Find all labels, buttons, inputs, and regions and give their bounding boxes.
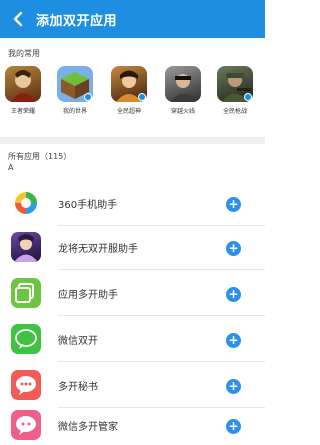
wechat-multi-manager-icon (11, 410, 41, 440)
game-icon-wzry (5, 66, 41, 102)
title-bar: 添加双开应用 (0, 0, 265, 38)
back-button[interactable] (0, 0, 36, 38)
row-divider (58, 315, 265, 316)
plus-icon: + (228, 241, 239, 255)
recent-section-label: 我的常用 (8, 49, 40, 58)
list-item[interactable]: 微信双开 + (0, 318, 265, 362)
plus-icon: + (228, 287, 239, 301)
game-icon-qmqz (217, 66, 253, 102)
recent-apps: 王者荣耀 我的世界 全民超神 穿越火线 全民枪战 (0, 66, 265, 128)
recent-app-qmqz[interactable]: 全民枪战 (214, 66, 256, 115)
section-divider (0, 137, 265, 144)
recent-app-label: 王者荣耀 (10, 108, 35, 115)
recent-app-minecraft[interactable]: 我的世界 (54, 66, 96, 115)
plus-icon: + (228, 419, 239, 433)
list-item[interactable]: 微信多开管家 + (0, 404, 265, 445)
multi-open-icon (11, 278, 41, 308)
recent-app-label: 穿越火线 (170, 108, 195, 115)
add-button[interactable]: + (226, 333, 241, 348)
plus-icon: + (228, 197, 239, 211)
app-name: 多开秘书 (58, 382, 98, 393)
list-item[interactable]: 龙将无双开服助手 + (0, 226, 265, 270)
app-name: 龙将无双开服助手 (58, 244, 138, 255)
row-divider (58, 269, 265, 270)
plus-icon: + (228, 379, 239, 393)
minecraft-icon (57, 66, 93, 102)
app-name: 360手机助手 (58, 200, 118, 211)
list-item[interactable]: 应用多开助手 + (0, 272, 265, 316)
app-name: 微信多开管家 (58, 422, 118, 433)
add-button[interactable]: + (226, 197, 241, 212)
index-letter: A (8, 163, 14, 172)
add-button[interactable]: + (226, 379, 241, 394)
plus-icon: + (228, 333, 239, 347)
add-button[interactable]: + (226, 419, 241, 434)
badge-dot (138, 93, 146, 101)
longjiang-icon (11, 232, 41, 262)
badge-dot (244, 93, 252, 101)
app-name: 微信双开 (58, 336, 98, 347)
badge-dot (84, 93, 92, 101)
row-divider (58, 361, 265, 362)
game-icon-qmcs (111, 66, 147, 102)
recent-app-label: 我的世界 (62, 108, 87, 115)
recent-app-label: 全民枪战 (222, 108, 247, 115)
recent-app-cf[interactable]: 穿越火线 (162, 66, 204, 115)
page-title: 添加双开应用 (36, 13, 118, 29)
list-item[interactable]: 多开秘书 + (0, 364, 265, 408)
360-assistant-icon (11, 188, 41, 218)
all-apps-label: 所有应用（115） (8, 152, 72, 161)
add-button[interactable]: + (226, 287, 241, 302)
app-name: 应用多开助手 (58, 290, 118, 301)
game-icon-cf (165, 66, 201, 102)
recent-app-label: 全民超神 (116, 108, 141, 115)
wechat-dual-icon (11, 324, 41, 354)
recent-app-qmcs[interactable]: 全民超神 (108, 66, 150, 115)
add-button[interactable]: + (226, 241, 241, 256)
list-item[interactable]: 360手机助手 + (0, 182, 265, 226)
chevron-left-icon (13, 11, 23, 27)
multi-secretary-icon (11, 370, 41, 400)
recent-app-wzry[interactable]: 王者荣耀 (2, 66, 44, 115)
